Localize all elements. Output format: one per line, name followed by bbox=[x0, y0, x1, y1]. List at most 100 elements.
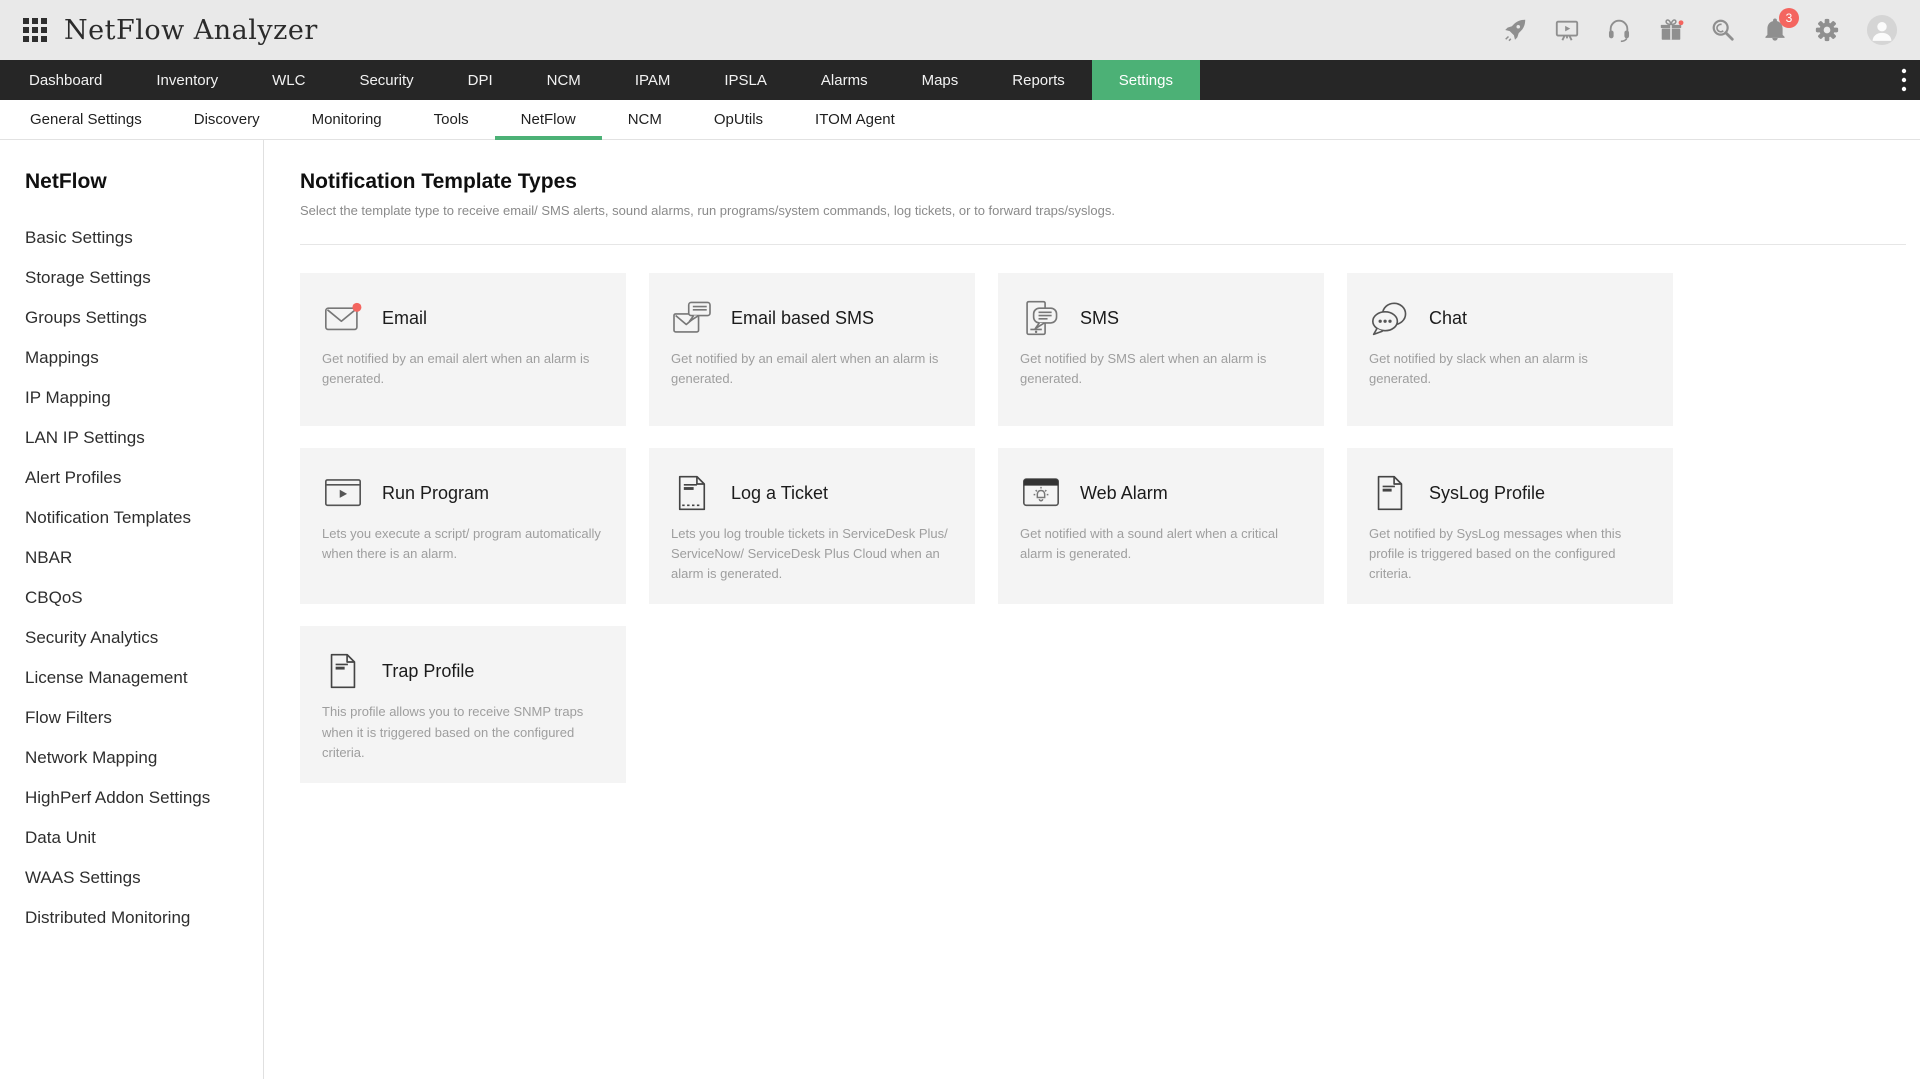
search-icon[interactable] bbox=[1710, 17, 1736, 43]
gift-icon[interactable] bbox=[1658, 17, 1684, 43]
subnav-item[interactable]: Monitoring bbox=[286, 100, 408, 139]
sidebar-item[interactable]: IP Mapping bbox=[25, 378, 245, 418]
nav-item[interactable]: IPSLA bbox=[697, 60, 794, 100]
card-head: Run Program bbox=[322, 475, 604, 511]
subnav-item[interactable]: ITOM Agent bbox=[789, 100, 921, 139]
nav-item[interactable]: Inventory bbox=[129, 60, 245, 100]
nav-item[interactable]: Reports bbox=[985, 60, 1092, 100]
apps-grid-icon[interactable] bbox=[22, 17, 48, 43]
sidebar-item[interactable]: Distributed Monitoring bbox=[25, 898, 245, 938]
sidebar-item-label: License Management bbox=[25, 668, 188, 687]
subnav-item[interactable]: NetFlow bbox=[495, 100, 602, 139]
subnav-item[interactable]: Discovery bbox=[168, 100, 286, 139]
nav-item[interactable]: WLC bbox=[245, 60, 332, 100]
subnav-item-label: Tools bbox=[434, 111, 469, 128]
divider bbox=[300, 244, 1906, 245]
card-title: SMS bbox=[1080, 308, 1119, 329]
subnav-item[interactable]: NCM bbox=[602, 100, 688, 139]
card-title: Chat bbox=[1429, 308, 1467, 329]
notification-template-card[interactable]: Email Get notified by an email alert whe… bbox=[300, 273, 626, 426]
sidebar-item-label: Data Unit bbox=[25, 828, 96, 847]
trap-profile-icon bbox=[322, 653, 364, 689]
nav-item[interactable]: Alarms bbox=[794, 60, 895, 100]
card-description: Get notified by SMS alert when an alarm … bbox=[1020, 349, 1302, 389]
notification-template-card[interactable]: Log a Ticket Lets you log trouble ticket… bbox=[649, 448, 975, 604]
subnav-item-label: OpUtils bbox=[714, 111, 763, 128]
web-alarm-icon bbox=[1020, 475, 1062, 511]
sidebar-item[interactable]: Mappings bbox=[25, 338, 245, 378]
nav-item[interactable]: NCM bbox=[520, 60, 608, 100]
notification-template-card[interactable]: SysLog Profile Get notified by SysLog me… bbox=[1347, 448, 1673, 604]
notification-template-card[interactable]: Web Alarm Get notified with a sound aler… bbox=[998, 448, 1324, 604]
app-title: NetFlow Analyzer bbox=[64, 15, 318, 46]
email-icon bbox=[322, 300, 364, 336]
notification-count-badge: 3 bbox=[1779, 8, 1799, 28]
nav-item-label: Maps bbox=[922, 72, 959, 89]
card-title: Trap Profile bbox=[382, 661, 474, 682]
card-description: This profile allows you to receive SNMP … bbox=[322, 702, 604, 762]
sidebar-item[interactable]: HighPerf Addon Settings bbox=[25, 778, 245, 818]
subnav-item[interactable]: Tools bbox=[408, 100, 495, 139]
nav-item[interactable]: IPAM bbox=[608, 60, 698, 100]
nav-item[interactable]: Dashboard bbox=[2, 60, 129, 100]
sidebar-item[interactable]: Alert Profiles bbox=[25, 458, 245, 498]
sidebar-item-label: NBAR bbox=[25, 548, 72, 567]
card-head: Trap Profile bbox=[322, 653, 604, 689]
nav-item[interactable]: Maps bbox=[895, 60, 986, 100]
notification-bell-icon[interactable]: 3 bbox=[1762, 17, 1788, 43]
sidebar-item-label: LAN IP Settings bbox=[25, 428, 145, 447]
settings-gear-icon[interactable] bbox=[1814, 17, 1840, 43]
nav-item-label: DPI bbox=[468, 72, 493, 89]
card-title: Email based SMS bbox=[731, 308, 874, 329]
support-headset-icon[interactable] bbox=[1606, 17, 1632, 43]
page-title: Notification Template Types bbox=[300, 170, 1906, 194]
nav-item[interactable]: Settings bbox=[1092, 60, 1200, 100]
sidebar-item-label: IP Mapping bbox=[25, 388, 111, 407]
card-description: Lets you log trouble tickets in ServiceD… bbox=[671, 524, 953, 584]
sidebar-item[interactable]: Storage Settings bbox=[25, 258, 245, 298]
sidebar-item[interactable]: Security Analytics bbox=[25, 618, 245, 658]
header-actions: 3 bbox=[1502, 14, 1898, 46]
subnav-item-label: Discovery bbox=[194, 111, 260, 128]
user-avatar[interactable] bbox=[1866, 14, 1898, 46]
notification-template-card[interactable]: Trap Profile This profile allows you to … bbox=[300, 626, 626, 782]
sidebar-item[interactable]: Groups Settings bbox=[25, 298, 245, 338]
nav-item-label: NCM bbox=[547, 72, 581, 89]
nav-overflow-menu-icon[interactable] bbox=[1900, 60, 1908, 100]
sidebar-item[interactable]: License Management bbox=[25, 658, 245, 698]
rocket-icon[interactable] bbox=[1502, 17, 1528, 43]
subnav-items: General Settings Discovery Monitoring Tools… bbox=[4, 100, 921, 139]
sidebar-item[interactable]: LAN IP Settings bbox=[25, 418, 245, 458]
email-sms-icon bbox=[671, 300, 713, 336]
notification-template-card[interactable]: Chat Get notified by slack when an alarm… bbox=[1347, 273, 1673, 426]
sidebar-item[interactable]: WAAS Settings bbox=[25, 858, 245, 898]
sidebar-item[interactable]: Basic Settings bbox=[25, 218, 245, 258]
subnav-item[interactable]: General Settings bbox=[4, 100, 168, 139]
notification-template-card[interactable]: SMS Get notified by SMS alert when an al… bbox=[998, 273, 1324, 426]
nav-item-label: IPAM bbox=[635, 72, 671, 89]
sidebar-item-label: Alert Profiles bbox=[25, 468, 121, 487]
sidebar-item[interactable]: Flow Filters bbox=[25, 698, 245, 738]
card-description: Get notified by an email alert when an a… bbox=[322, 349, 604, 389]
demo-player-icon[interactable] bbox=[1554, 17, 1580, 43]
subnav-item-label: General Settings bbox=[30, 111, 142, 128]
sidebar-item[interactable]: NBAR bbox=[25, 538, 245, 578]
sidebar-item[interactable]: Network Mapping bbox=[25, 738, 245, 778]
nav-item-label: IPSLA bbox=[724, 72, 767, 89]
sidebar-item[interactable]: CBQoS bbox=[25, 578, 245, 618]
sidebar-item[interactable]: Data Unit bbox=[25, 818, 245, 858]
sidebar-item-label: Network Mapping bbox=[25, 748, 157, 767]
sidebar-item-label: Security Analytics bbox=[25, 628, 158, 647]
notification-template-card[interactable]: Run Program Lets you execute a script/ p… bbox=[300, 448, 626, 604]
sidebar-item[interactable]: Notification Templates bbox=[25, 498, 245, 538]
notification-template-card[interactable]: Email based SMS Get notified by an email… bbox=[649, 273, 975, 426]
nav-item-label: Inventory bbox=[156, 72, 218, 89]
sidebar-item-label: Groups Settings bbox=[25, 308, 147, 327]
settings-sub-nav: General Settings Discovery Monitoring Tools… bbox=[0, 100, 1920, 140]
subnav-item[interactable]: OpUtils bbox=[688, 100, 789, 139]
nav-item[interactable]: DPI bbox=[441, 60, 520, 100]
sidebar-item-label: WAAS Settings bbox=[25, 868, 141, 887]
nav-items: Dashboard Inventory WLCSecurity DPI NCM IPAM I… bbox=[2, 60, 1200, 100]
nav-item[interactable]: Security bbox=[332, 60, 440, 100]
card-grid: Email Get notified by an email alert whe… bbox=[300, 273, 1906, 783]
